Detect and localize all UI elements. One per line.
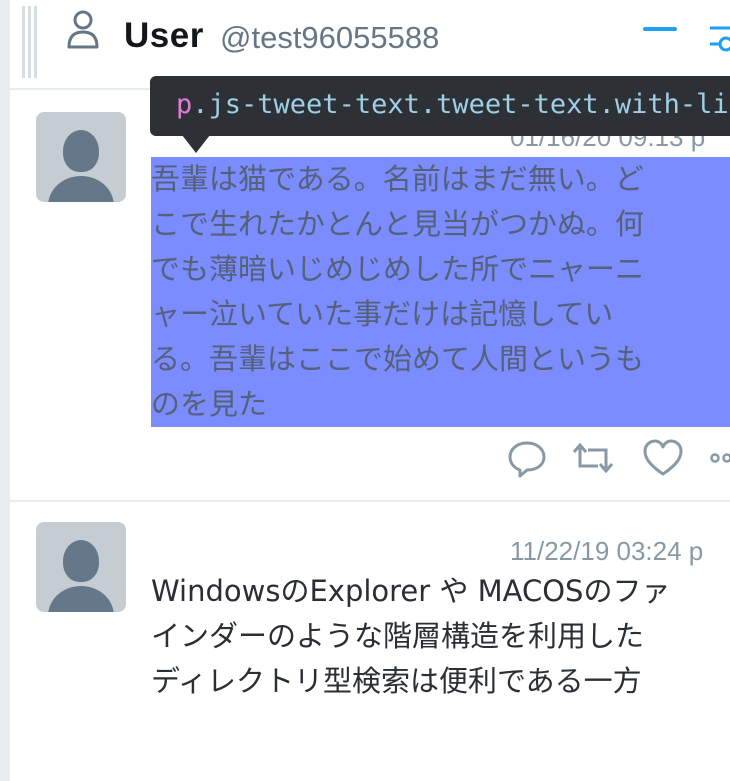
column-grip-icon[interactable] bbox=[22, 6, 40, 78]
filter-icon[interactable] bbox=[710, 16, 730, 56]
tweet-timestamp[interactable]: 11/22/19 03:24 p bbox=[510, 536, 703, 567]
column-title: User bbox=[124, 16, 204, 55]
tweet[interactable]: 01/16/20 09:13 p 吾輩は猫である。名前はまだ無い。ど こで生れた… bbox=[10, 90, 730, 502]
like-icon[interactable] bbox=[642, 438, 684, 478]
tweet-text-line: る。吾輩はここで始めて人間というも bbox=[151, 342, 645, 376]
tweet[interactable]: 11/22/19 03:24 p WindowsのExplorer や MACO… bbox=[10, 502, 730, 781]
inspector-selector: .js-tweet-text.tweet-text.with-li bbox=[192, 89, 729, 120]
tweet-text-line: こで生れたかとんと見当がつかぬ。何 bbox=[151, 207, 645, 241]
avatar[interactable] bbox=[36, 112, 126, 202]
reply-icon[interactable] bbox=[506, 438, 548, 478]
tweet-text-line: ディレクトリ型検索は便利である一方 bbox=[151, 664, 642, 698]
tweet-text-line: WindowsのExplorer や MACOSのファ bbox=[151, 574, 671, 608]
inspector-tooltip: p.js-tweet-text.tweet-text.with-li bbox=[150, 76, 730, 136]
tweet-actions bbox=[496, 438, 730, 478]
tweet-text-line: のを見た bbox=[151, 387, 268, 421]
tweet-text-line: 吾輩は猫である。名前はまだ無い。ど bbox=[151, 162, 644, 196]
tweet-text: WindowsのExplorer や MACOSのファ インダーのような階層構造… bbox=[151, 569, 730, 704]
column-handle: @test96055588 bbox=[220, 20, 440, 55]
minus-icon[interactable] bbox=[643, 27, 677, 31]
tweet-text-selected: 吾輩は猫である。名前はまだ無い。ど こで生れたかとんと見当がつかぬ。何 でも薄暗… bbox=[151, 157, 730, 427]
avatar[interactable] bbox=[36, 522, 126, 612]
tweet-text-line: インダーのような階層構造を利用した bbox=[151, 619, 645, 653]
inspector-tooltip-text: p.js-tweet-text.tweet-text.with-li bbox=[176, 89, 729, 120]
user-icon bbox=[67, 10, 99, 49]
more-icon[interactable] bbox=[708, 438, 730, 478]
tweet-text-line: でも薄暗いじめじめした所でニャーニ bbox=[151, 252, 645, 286]
retweet-icon[interactable] bbox=[572, 438, 614, 478]
inspector-tooltip-arrow bbox=[182, 135, 210, 153]
tweet-text-line: ャー泣いていた事だけは記憶してい bbox=[151, 297, 614, 331]
inspector-tag: p bbox=[176, 89, 193, 120]
